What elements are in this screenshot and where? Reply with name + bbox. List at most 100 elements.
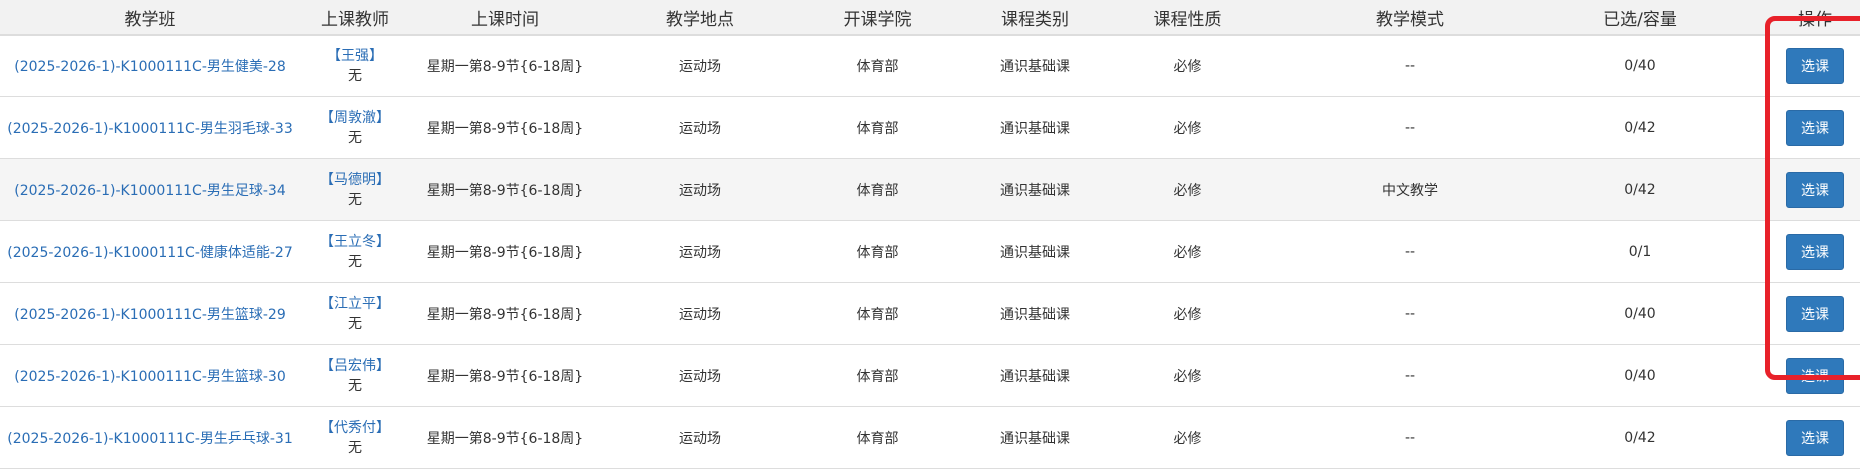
college-cell: 体育部 (856, 306, 899, 323)
class-link[interactable]: (2025-2026-1)-K1000111C-男生篮球-30 (14, 366, 285, 386)
college-cell: 体育部 (856, 244, 899, 261)
location-cell: 运动场 (679, 306, 721, 323)
mode-cell: -- (1404, 243, 1416, 260)
table-header: 教学班 上课教师 上课时间 教学地点 开课学院 课程类别 课程性质 教学模式 已… (0, 0, 1860, 36)
header-enrolled: 已选/容量 (1603, 9, 1677, 30)
teacher-cell: 【马德明】无 (300, 159, 410, 220)
time-cell: 星期一第8-9节{6-18周} (426, 58, 584, 75)
college-cell: 体育部 (856, 430, 899, 447)
location-cell: 运动场 (679, 120, 721, 137)
header-time: 上课时间 (471, 9, 539, 30)
table-row: (2025-2026-1)-K1000111C-男生羽毛球-33 【周敦澈】无 … (0, 97, 1860, 159)
location-cell: 运动场 (679, 368, 721, 385)
select-course-button[interactable]: 选课 (1786, 419, 1844, 456)
teacher-title: 无 (348, 377, 362, 394)
time-cell: 星期一第8-9节{6-18周} (426, 244, 584, 261)
table-row: (2025-2026-1)-K1000111C-男生健美-28 【王强】无 星期… (0, 35, 1860, 97)
category-cell: 通识基础课 (1000, 368, 1070, 385)
table-row: (2025-2026-1)-K1000111C-健康体适能-27 【王立冬】无 … (0, 221, 1860, 283)
header-mode: 教学模式 (1376, 9, 1444, 30)
select-course-button[interactable]: 选课 (1786, 233, 1844, 270)
category-cell: 通识基础课 (1000, 430, 1070, 447)
teacher-cell: 【吕宏伟】无 (300, 345, 410, 406)
class-link[interactable]: (2025-2026-1)-K1000111C-男生篮球-29 (14, 304, 285, 324)
header-class: 教学班 (124, 9, 176, 30)
teacher-link[interactable]: 【马德明】 (320, 170, 390, 190)
teacher-link[interactable]: 【江立平】 (320, 294, 390, 314)
header-nature: 课程性质 (1153, 9, 1222, 30)
teacher-cell: 【周敦澈】无 (300, 97, 410, 158)
table-row: (2025-2026-1)-K1000111C-男生乒乓球-31 【代秀付】无 … (0, 407, 1860, 469)
teacher-title: 无 (348, 191, 362, 208)
category-cell: 通识基础课 (1000, 120, 1070, 137)
category-cell: 通识基础课 (1000, 58, 1070, 75)
teacher-title: 无 (348, 67, 362, 84)
nature-cell: 必修 (1173, 182, 1202, 199)
category-cell: 通识基础课 (1000, 182, 1070, 199)
teacher-title: 无 (348, 439, 362, 456)
nature-cell: 必修 (1173, 58, 1202, 75)
select-course-button[interactable]: 选课 (1786, 47, 1844, 84)
enrolled-cell: 0/42 (1624, 119, 1656, 136)
enrolled-cell: 0/1 (1628, 243, 1652, 260)
location-cell: 运动场 (679, 182, 721, 199)
college-cell: 体育部 (856, 58, 899, 75)
teacher-link[interactable]: 【吕宏伟】 (320, 356, 390, 376)
teacher-cell: 【王强】无 (300, 35, 410, 96)
nature-cell: 必修 (1173, 368, 1202, 385)
nature-cell: 必修 (1173, 244, 1202, 261)
enrolled-cell: 0/40 (1624, 57, 1656, 74)
nature-cell: 必修 (1173, 120, 1202, 137)
mode-cell: -- (1404, 367, 1416, 384)
header-category: 课程类别 (1001, 9, 1069, 30)
mode-cell: 中文教学 (1382, 182, 1438, 199)
teacher-title: 无 (348, 253, 362, 270)
category-cell: 通识基础课 (1000, 244, 1070, 261)
table-row: (2025-2026-1)-K1000111C-男生足球-34 【马德明】无 星… (0, 159, 1860, 221)
mode-cell: -- (1404, 305, 1416, 322)
table-row: (2025-2026-1)-K1000111C-男生篮球-30 【吕宏伟】无 星… (0, 345, 1860, 407)
select-course-button[interactable]: 选课 (1786, 295, 1844, 332)
college-cell: 体育部 (856, 368, 899, 385)
class-link[interactable]: (2025-2026-1)-K1000111C-男生健美-28 (14, 56, 285, 76)
teacher-link[interactable]: 【王立冬】 (320, 232, 390, 252)
header-location: 教学地点 (666, 9, 734, 30)
location-cell: 运动场 (679, 58, 721, 75)
time-cell: 星期一第8-9节{6-18周} (426, 430, 584, 447)
enrolled-cell: 0/40 (1624, 305, 1656, 322)
time-cell: 星期一第8-9节{6-18周} (426, 182, 584, 199)
enrolled-cell: 0/42 (1624, 429, 1656, 446)
college-cell: 体育部 (856, 182, 899, 199)
teacher-cell: 【王立冬】无 (300, 221, 410, 282)
header-college: 开课学院 (843, 9, 912, 30)
class-link[interactable]: (2025-2026-1)-K1000111C-健康体适能-27 (7, 242, 292, 262)
time-cell: 星期一第8-9节{6-18周} (426, 120, 584, 137)
nature-cell: 必修 (1173, 430, 1202, 447)
enrolled-cell: 0/42 (1624, 181, 1656, 198)
class-link[interactable]: (2025-2026-1)-K1000111C-男生足球-34 (14, 180, 285, 200)
mode-cell: -- (1404, 429, 1416, 446)
teacher-title: 无 (348, 129, 362, 146)
college-cell: 体育部 (856, 120, 899, 137)
select-course-button[interactable]: 选课 (1786, 171, 1844, 208)
time-cell: 星期一第8-9节{6-18周} (426, 368, 584, 385)
select-course-button[interactable]: 选课 (1786, 109, 1844, 146)
teacher-link[interactable]: 【王强】 (327, 46, 383, 66)
enrolled-cell: 0/40 (1624, 367, 1656, 384)
select-course-button[interactable]: 选课 (1786, 357, 1844, 394)
category-cell: 通识基础课 (1000, 306, 1070, 323)
header-teacher: 上课教师 (321, 9, 389, 30)
location-cell: 运动场 (679, 244, 721, 261)
header-action: 操作 (1798, 9, 1832, 30)
mode-cell: -- (1404, 119, 1416, 136)
mode-cell: -- (1404, 57, 1416, 74)
location-cell: 运动场 (679, 430, 721, 447)
class-link[interactable]: (2025-2026-1)-K1000111C-男生羽毛球-33 (7, 118, 292, 138)
class-link[interactable]: (2025-2026-1)-K1000111C-男生乒乓球-31 (7, 428, 292, 448)
nature-cell: 必修 (1173, 306, 1202, 323)
teacher-link[interactable]: 【周敦澈】 (320, 108, 390, 128)
time-cell: 星期一第8-9节{6-18周} (426, 306, 584, 323)
teacher-link[interactable]: 【代秀付】 (320, 418, 390, 438)
teacher-cell: 【代秀付】无 (300, 407, 410, 468)
teacher-title: 无 (348, 315, 362, 332)
